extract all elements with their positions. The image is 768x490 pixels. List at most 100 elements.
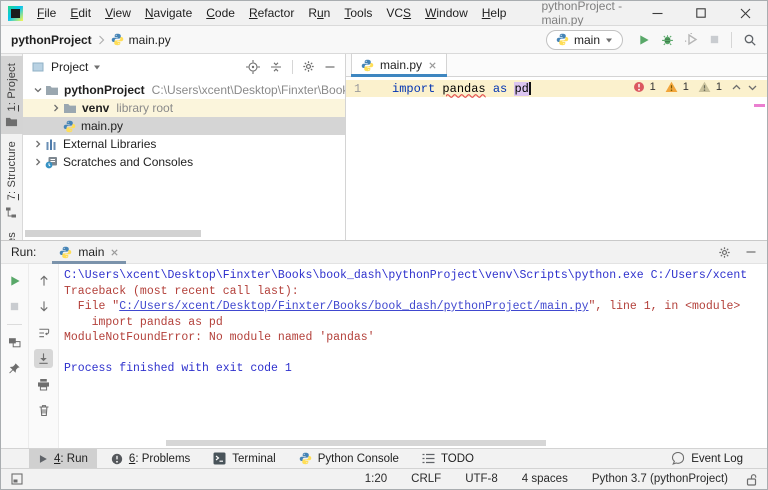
menu-run[interactable]: Run	[301, 3, 337, 23]
toolwindow-event-log[interactable]: Event Log	[662, 449, 752, 469]
console-file-link[interactable]: C:/Users/xcent/Desktop/Finxter/Books/boo…	[119, 300, 588, 313]
editor-tab-label: main.py	[380, 58, 423, 72]
navigation-bar: pythonProject main.py main	[1, 26, 767, 54]
run-button[interactable]	[638, 34, 650, 46]
tree-row-external-libraries[interactable]: External Libraries	[23, 135, 345, 153]
toolwindow-4-run[interactable]: 4: Run	[29, 448, 97, 469]
menu-navigate[interactable]: Navigate	[138, 3, 199, 23]
settings-button[interactable]	[302, 60, 315, 73]
debug-button[interactable]	[661, 33, 674, 46]
stripe-item-1-project[interactable]: 1: Project	[0, 56, 23, 135]
tree-row-scratches-and-consoles[interactable]: Scratches and Consoles	[23, 153, 345, 171]
menu-file[interactable]: File	[30, 3, 63, 23]
run-settings-gear-icon[interactable]	[718, 246, 731, 259]
close-run-tab-icon[interactable]	[110, 248, 119, 257]
restore-layout-button[interactable]	[5, 333, 24, 352]
mnemonic-underline: u	[316, 6, 324, 20]
locate-button[interactable]	[246, 59, 260, 74]
menubar: File Edit View Navigate Code Refactor Run Tools…	[30, 3, 513, 23]
prev-occurrence-button[interactable]	[34, 271, 53, 290]
stripe-item-7-structure[interactable]: 7: Structure	[1, 134, 23, 224]
search-icon[interactable]	[743, 33, 757, 47]
close-tab-icon[interactable]	[428, 61, 437, 70]
collapse-all-button[interactable]	[269, 60, 283, 74]
stop-console-icon	[9, 301, 20, 312]
print-button[interactable]	[34, 375, 53, 394]
mnemonic-underline: C	[206, 6, 215, 20]
run-toolbar-secondary	[29, 264, 59, 448]
warning-count[interactable]: 1	[683, 81, 689, 93]
chevron-down-icon	[605, 36, 613, 44]
project-panel-title[interactable]: Project	[51, 60, 88, 74]
minimize-button[interactable]	[635, 1, 679, 25]
toolwindow-todo[interactable]: TODO	[413, 449, 483, 469]
tree-row-venv[interactable]: venv library root	[23, 99, 345, 117]
line-number[interactable]: 1	[346, 82, 392, 96]
run-console[interactable]: C:\Users\xcent\Desktop\Finxter\Books\boo…	[59, 264, 767, 448]
toolwindow-6-problems[interactable]: 6: Problems	[102, 449, 199, 469]
writable-lock-icon[interactable]	[746, 473, 757, 486]
status-utf-8[interactable]: UTF-8	[465, 473, 498, 485]
console-horizontal-scrollbar[interactable]	[166, 440, 546, 446]
close-button[interactable]	[723, 1, 767, 25]
soft-wrap-button[interactable]	[34, 323, 53, 342]
hide-run-panel-icon[interactable]	[745, 246, 757, 258]
menu-vcs[interactable]: VCS	[379, 3, 418, 23]
project-horizontal-scrollbar[interactable]	[25, 230, 201, 237]
menu-edit[interactable]: Edit	[63, 3, 98, 23]
tree-chevron-right-icon[interactable]	[49, 104, 63, 112]
tree-chevron-down-icon[interactable]	[31, 86, 45, 94]
clear-console-button[interactable]	[34, 401, 53, 420]
tree-scratches-icon	[45, 156, 58, 169]
tree-row-main-py[interactable]: main.py	[23, 117, 345, 135]
scroll-to-end-icon	[37, 352, 50, 365]
menu-code[interactable]: Code	[199, 3, 242, 23]
menu-refactor[interactable]: Refactor	[242, 3, 301, 23]
status-4-spaces[interactable]: 4 spaces	[522, 473, 568, 485]
run-tab-main[interactable]: main	[52, 241, 127, 264]
scroll-to-end-button[interactable]	[34, 349, 53, 368]
toolwindow-toggle-icon[interactable]	[11, 473, 23, 485]
editor-tab-mainpy[interactable]: main.py	[351, 53, 448, 77]
toolwindow-python-icon	[299, 452, 312, 465]
project-panel: Project pythonProject C:\Users\xcent\Desk…	[23, 54, 346, 240]
error-count[interactable]: 1	[650, 81, 656, 93]
mnemonic-underline: V	[105, 6, 113, 20]
next-occurrence-button[interactable]	[34, 297, 53, 316]
status-crlf[interactable]: CRLF	[411, 473, 441, 485]
toolwindow-terminal[interactable]: Terminal	[204, 449, 284, 469]
stop-button[interactable]	[709, 34, 720, 45]
status-python-3-7-pythonproject[interactable]: Python 3.7 (pythonProject)	[592, 473, 728, 485]
maximize-icon	[696, 8, 706, 18]
next-error-icon[interactable]	[747, 82, 758, 93]
run-configuration-select[interactable]: main	[545, 29, 623, 50]
tree-chevron-right-icon[interactable]	[31, 140, 45, 148]
stop-console-button[interactable]	[5, 297, 24, 316]
editor-body[interactable]: 1 import pandas as pd 1 1 1	[346, 77, 767, 240]
pin-tab-button[interactable]	[5, 359, 24, 378]
tree-row-pythonproject[interactable]: pythonProject C:\Users\xcent\Desktop\Finx…	[23, 81, 345, 99]
maximize-button[interactable]	[679, 1, 723, 25]
menu-help[interactable]: Help	[475, 3, 514, 23]
breadcrumb-file[interactable]: main.py	[129, 33, 171, 47]
hide-panel-button[interactable]	[324, 61, 336, 73]
coverage-button[interactable]	[685, 33, 698, 46]
tree-chevron-right-icon[interactable]	[31, 158, 45, 166]
prev-error-icon[interactable]	[731, 82, 742, 93]
menu-tools[interactable]: Tools	[337, 3, 379, 23]
breadcrumb-project[interactable]: pythonProject	[11, 33, 92, 47]
breadcrumb-chevron-icon	[98, 35, 105, 45]
console-text: ModuleNotFoundError: No module named 'pa…	[64, 331, 375, 344]
menu-view[interactable]: View	[98, 3, 138, 23]
console-line-5: ModuleNotFoundError: No module named 'pa…	[64, 330, 767, 346]
tool-window-bar: 4: Run 6: Problems Terminal Python Console T…	[1, 448, 767, 469]
mnemonic-underline: 7	[5, 194, 18, 201]
menu-window[interactable]: Window	[418, 3, 475, 23]
toolwindow-python-console[interactable]: Python Console	[290, 449, 408, 469]
tree-item-name: venv	[82, 101, 110, 115]
weak-warning-count[interactable]: 1	[716, 81, 722, 93]
tool-window-buttons-left: 4: Run 6: Problems Terminal Python Console T…	[29, 448, 488, 469]
status-1-20[interactable]: 1:20	[365, 473, 387, 485]
rerun-button[interactable]	[5, 271, 24, 290]
error-stripe-mark[interactable]	[754, 104, 765, 107]
